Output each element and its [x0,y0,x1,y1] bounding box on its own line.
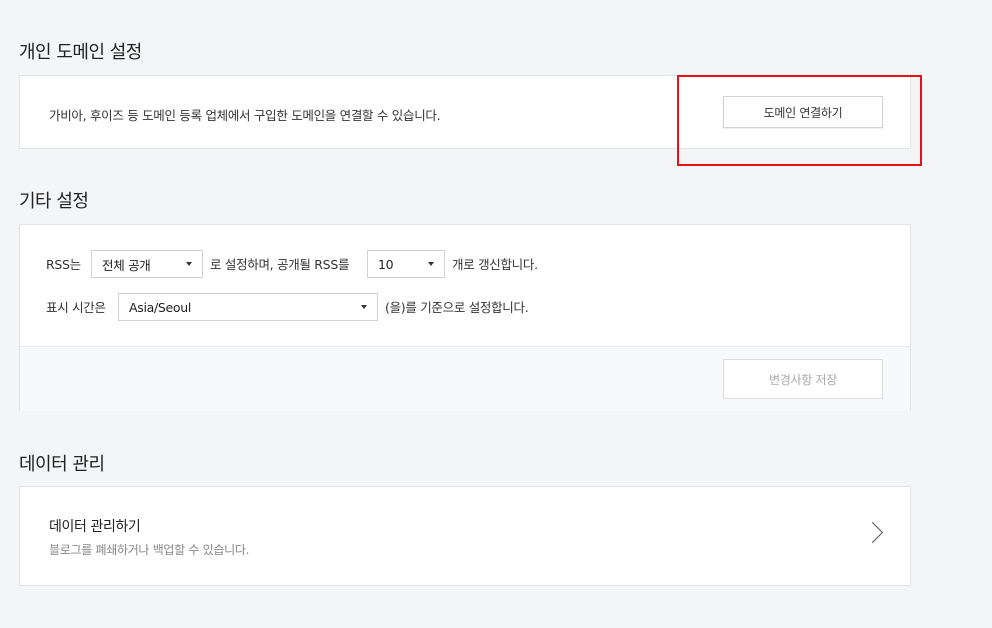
rss-count-select[interactable]: 10 [367,250,445,278]
time-suffix-label: (을)를 기준으로 설정합니다. [385,300,529,315]
caret-down-icon [186,262,192,266]
timezone-value: Asia/Seoul [129,299,192,315]
rss-middle-label: 로 설정하며, 공개될 RSS를 [210,257,350,272]
chevron-right-icon[interactable] [861,521,884,544]
etc-card: RSS는 전체 공개 로 설정하며, 공개될 RSS를 10 개로 갱신합니다.… [19,224,911,411]
time-prefix-label: 표시 시간은 [46,300,106,315]
highlight-annotation-box [677,75,922,166]
data-manage-title: 데이터 관리하기 [49,519,141,535]
domain-section-title: 개인 도메인 설정 [19,42,142,63]
rss-prefix-label: RSS는 [46,257,81,272]
rss-visibility-value: 전체 공개 [102,257,151,273]
data-section-title: 데이터 관리 [19,454,105,475]
timezone-select[interactable]: Asia/Seoul [118,293,378,321]
save-changes-button[interactable]: 변경사항 저장 [723,359,883,399]
rss-suffix-label: 개로 갱신합니다. [452,257,538,272]
data-manage-description: 블로그를 폐쇄하거나 백업할 수 있습니다. [49,543,250,557]
domain-description: 가비아, 후이즈 등 도메인 등록 업체에서 구입한 도메인을 연결할 수 있습… [49,108,441,123]
etc-card-footer: 변경사항 저장 [20,346,910,411]
data-manage-card[interactable]: 데이터 관리하기 블로그를 폐쇄하거나 백업할 수 있습니다. [19,486,911,586]
etc-section-title: 기타 설정 [19,191,89,212]
rss-count-value: 10 [378,256,394,272]
rss-visibility-select[interactable]: 전체 공개 [91,250,203,278]
caret-down-icon [428,262,434,266]
caret-down-icon [361,305,367,309]
